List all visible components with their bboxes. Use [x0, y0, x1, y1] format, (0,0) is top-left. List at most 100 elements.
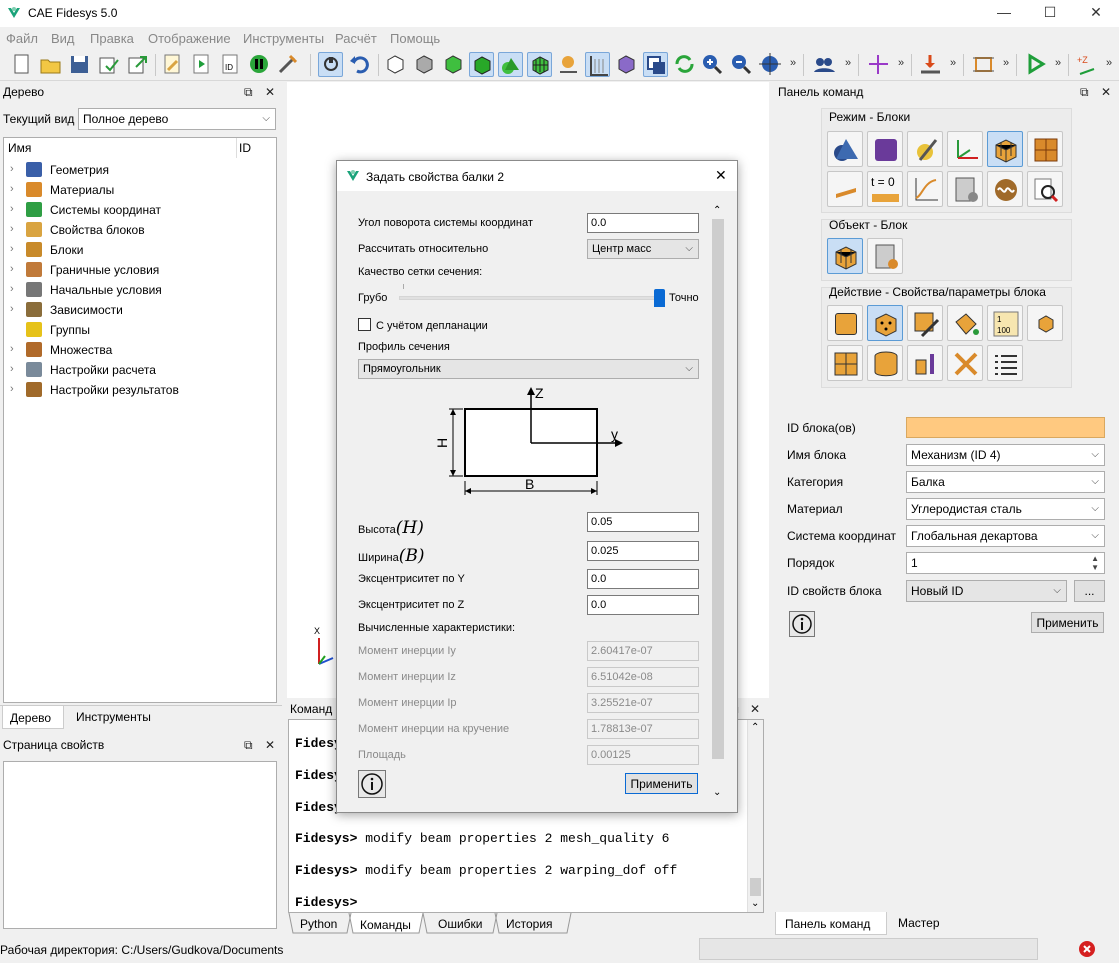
minimize-button[interactable]: — — [981, 0, 1027, 27]
tab-python[interactable]: Python — [300, 917, 337, 931]
relative-to-select[interactable]: Центр масс ⌵ — [587, 239, 699, 259]
tools-icon[interactable] — [276, 52, 301, 77]
split-block-icon[interactable] — [827, 345, 863, 381]
new-file-icon[interactable] — [9, 52, 34, 77]
nodes-view-icon[interactable] — [556, 52, 581, 77]
undo-icon[interactable] — [347, 52, 372, 77]
profile-select[interactable]: Прямоугольник ⌵ — [358, 359, 699, 379]
expand-chevron-icon[interactable]: › — [10, 263, 14, 275]
tree-item[interactable]: › Настройки результатов — [4, 380, 274, 400]
rotation-angle-input[interactable]: 0.0 — [587, 213, 699, 233]
tab-errors[interactable]: Ошибки — [438, 917, 483, 931]
props-id-browse-button[interactable]: ... — [1074, 580, 1105, 602]
close-icon[interactable]: ✕ — [265, 738, 275, 752]
float-icon[interactable]: ⧉ — [244, 738, 253, 753]
export-icon[interactable] — [125, 52, 150, 77]
save-icon[interactable] — [67, 52, 92, 77]
close-window-button[interactable]: ✕ — [1073, 0, 1119, 27]
grid-view-icon[interactable] — [585, 52, 610, 77]
pause-icon[interactable] — [247, 52, 272, 77]
edit-script-icon[interactable] — [160, 52, 185, 77]
geometry-mode-icon[interactable] — [827, 131, 863, 167]
fill-block-icon[interactable] — [947, 305, 983, 341]
dialog-info-button[interactable] — [358, 770, 386, 798]
expand-chevron-icon[interactable]: › — [10, 343, 14, 355]
float-icon[interactable]: ⧉ — [244, 85, 253, 100]
expand-chevron-icon[interactable]: › — [10, 203, 14, 215]
run-calculation-icon[interactable] — [1023, 52, 1048, 77]
menu-tools[interactable]: Инструменты — [243, 31, 324, 46]
block-name-select[interactable]: Механизм (ID 4) ⌵ — [906, 444, 1105, 466]
coord-system-select[interactable]: Глобальная декартова ⌵ — [906, 525, 1105, 547]
add-axis-icon[interactable]: +Z — [1075, 52, 1100, 77]
list-blocks-icon[interactable] — [987, 345, 1023, 381]
tree-item[interactable]: › Геометрия — [4, 160, 274, 180]
refresh-icon[interactable] — [672, 52, 697, 77]
select-mode-icon[interactable] — [318, 52, 343, 77]
ecc-z-input[interactable]: 0.0 — [587, 595, 699, 615]
id-script-icon[interactable]: ID — [218, 52, 243, 77]
expand-chevron-icon[interactable]: › — [10, 183, 14, 195]
block-info-icon[interactable] — [907, 345, 943, 381]
menu-display[interactable]: Отображение — [148, 31, 231, 46]
maximize-button[interactable]: ☐ — [1027, 0, 1073, 27]
menu-edit[interactable]: Правка — [90, 31, 134, 46]
tab-tools[interactable]: Инструменты — [76, 710, 151, 724]
expand-chevron-icon[interactable]: › — [10, 363, 14, 375]
tab-commands[interactable]: Команды — [360, 918, 411, 932]
block-props-id-select[interactable]: Новый ID ⌵ — [906, 580, 1067, 602]
shaded-view-icon[interactable] — [441, 52, 466, 77]
dialog-scrollbar[interactable]: ⌃ ⌄ — [710, 203, 726, 803]
sets-mode-icon[interactable] — [1027, 131, 1063, 167]
block-object-icon[interactable] — [827, 238, 863, 274]
dependencies-mode-icon[interactable] — [907, 171, 943, 207]
width-input[interactable]: 0.025 — [587, 541, 699, 561]
tree-item[interactable]: › Начальные условия — [4, 280, 274, 300]
category-select[interactable]: Балка ⌵ — [906, 471, 1105, 493]
mesh-view-icon[interactable] — [527, 52, 552, 77]
surfaces-view-icon[interactable] — [498, 52, 523, 77]
dialog-close-icon[interactable]: ✕ — [715, 167, 727, 184]
close-icon[interactable]: ✕ — [1101, 85, 1111, 99]
material-select[interactable]: Углеродистая сталь ⌵ — [906, 498, 1105, 520]
renumber-block-icon[interactable]: 1 100 — [987, 305, 1023, 341]
height-input[interactable]: 0.05 — [587, 512, 699, 532]
tree-item[interactable]: › Системы координат — [4, 200, 274, 220]
save-as-icon[interactable] — [96, 52, 121, 77]
order-spinbox[interactable]: 1 ▲ ▼ — [906, 552, 1105, 574]
delete-block-icon[interactable] — [947, 345, 983, 381]
mesh-quality-slider[interactable] — [654, 289, 665, 307]
dialog-apply-button[interactable]: Применить — [625, 773, 698, 794]
load-icon[interactable] — [918, 52, 943, 77]
mesh-mode-icon[interactable] — [867, 131, 903, 167]
search-mode-icon[interactable] — [1027, 171, 1063, 207]
create-block-icon[interactable] — [827, 305, 863, 341]
tree-item[interactable]: › Множества — [4, 340, 274, 360]
tree-item[interactable]: › Материалы — [4, 180, 274, 200]
menu-view[interactable]: Вид — [51, 31, 75, 46]
tree-item[interactable]: › Зависимости — [4, 300, 274, 320]
warping-checkbox[interactable] — [358, 318, 371, 331]
bounding-box-icon[interactable] — [971, 52, 996, 77]
info-button[interactable] — [789, 611, 815, 637]
tree-item[interactable]: ›Группы — [4, 320, 274, 340]
block-props-object-icon[interactable] — [867, 238, 903, 274]
block-id-input[interactable] — [906, 417, 1105, 438]
error-indicator-icon[interactable] — [1078, 940, 1096, 958]
open-folder-icon[interactable] — [38, 52, 63, 77]
run-script-icon[interactable] — [189, 52, 214, 77]
blocks-mode-icon[interactable] — [987, 131, 1023, 167]
material-mode-icon[interactable] — [907, 131, 943, 167]
windows-view-icon[interactable] — [643, 52, 668, 77]
modify-block-icon[interactable] — [907, 305, 943, 341]
cube-view-icon[interactable] — [614, 52, 639, 77]
crosshair-icon[interactable] — [866, 52, 891, 77]
apply-block-button[interactable]: Применить — [1031, 612, 1104, 633]
block-params-icon[interactable] — [867, 305, 903, 341]
tab-tree[interactable]: Дерево — [10, 711, 51, 725]
expand-chevron-icon[interactable]: › — [10, 243, 14, 255]
expand-chevron-icon[interactable]: › — [10, 303, 14, 315]
tab-history[interactable]: История — [506, 917, 553, 931]
wireframe-view-icon[interactable] — [383, 52, 408, 77]
tree-item[interactable]: › Граничные условия — [4, 260, 274, 280]
